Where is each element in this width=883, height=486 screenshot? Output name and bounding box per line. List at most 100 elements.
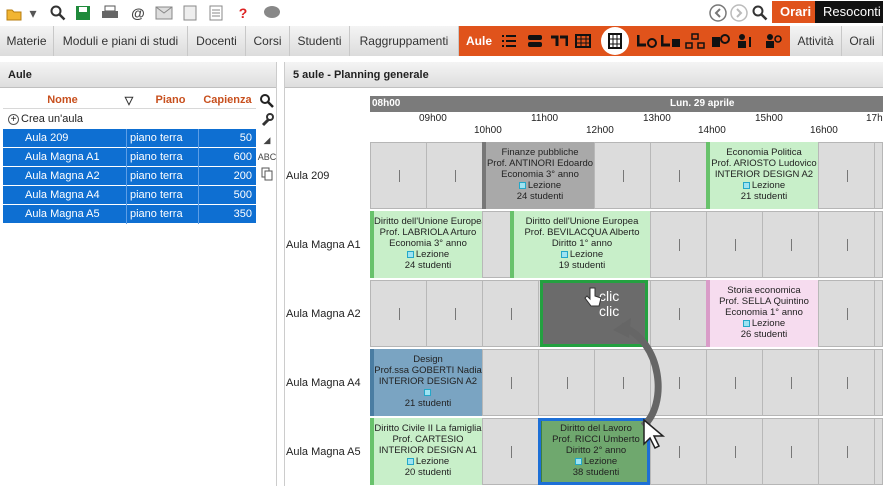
room-tables-icon[interactable] <box>547 30 571 52</box>
room-search-icon[interactable] <box>709 30 733 52</box>
room-capacity: 200 <box>198 167 256 186</box>
lesson-course: INTERIOR DESIGN A2 <box>378 376 478 387</box>
menu-arrow-icon[interactable]: ▾ <box>26 3 40 23</box>
spellcheck-icon[interactable]: ABC <box>258 148 277 166</box>
room-card-icon[interactable] <box>523 30 547 52</box>
lesson-type-icon <box>560 251 568 258</box>
column-piano[interactable]: Piano <box>143 94 198 106</box>
menu-corsi[interactable]: Corsi <box>246 26 290 56</box>
folder-open-icon[interactable] <box>4 3 24 23</box>
room-floor: piano terra <box>126 205 183 224</box>
menu-attivita[interactable]: Attività <box>790 26 842 56</box>
wrench-icon[interactable] <box>258 111 276 129</box>
menu-materie[interactable]: Materie <box>0 26 54 56</box>
lesson-type-icon <box>574 458 582 465</box>
at-icon[interactable]: @ <box>128 3 148 23</box>
save-icon[interactable] <box>73 3 93 23</box>
lesson-type-line: Lezione <box>514 249 650 260</box>
room-row[interactable]: Aula Magna A2 piano terra 200 <box>3 167 256 186</box>
grid-icon[interactable] <box>571 30 595 52</box>
lesson-type: Lezione <box>751 180 786 191</box>
clic-text: clic <box>599 288 620 304</box>
lesson-course: INTERIOR DESIGN A1 <box>378 445 478 456</box>
sort-up-icon[interactable]: ◢ <box>258 131 276 149</box>
lesson-block[interactable]: Diritto dell'Unione Europea Prof. BEVILA… <box>510 211 650 278</box>
lesson-type-line: Lezione <box>374 456 482 467</box>
lesson-course: Economia 3° anno <box>501 169 579 180</box>
aule-tool-group: Aule <box>459 26 790 56</box>
lesson-type-icon <box>518 182 526 189</box>
top-toolbar: ▾ @ ? Orari Resoconti <box>0 0 883 26</box>
lesson-type: Lezione <box>415 249 450 260</box>
lesson-block[interactable]: Diritto dell'Unione Europea Prof. LABRIO… <box>370 211 482 278</box>
filter-icon[interactable]: ▽ <box>123 94 135 107</box>
lesson-block[interactable]: Design Prof.ssa GOBERTI Nadia INTERIOR D… <box>370 349 482 416</box>
document-icon[interactable] <box>180 3 200 23</box>
chat-icon[interactable] <box>262 3 282 23</box>
room-name: Aula Magna A1 <box>25 151 100 163</box>
lesson-block[interactable]: Storia economica Prof. SELLA Quintino Ec… <box>706 280 818 347</box>
create-room-row[interactable]: + Crea un'aula <box>3 110 256 128</box>
column-nome[interactable]: Nome <box>3 94 122 106</box>
room-name: Aula Magna A2 <box>25 170 100 182</box>
list-icon[interactable] <box>206 3 226 23</box>
room-row[interactable]: Aula Magna A1 piano terra 600 <box>3 148 256 167</box>
room-person-icon[interactable] <box>761 30 785 52</box>
room-floor: piano terra <box>126 148 183 167</box>
room-row[interactable]: Aula Magna A5 piano terra 350 <box>3 205 256 224</box>
lesson-subject: Diritto dell'Unione Europea <box>525 216 639 227</box>
menu-studenti[interactable]: Studenti <box>290 26 350 56</box>
mail-icon[interactable] <box>154 3 174 23</box>
planning-grid[interactable]: Finanze pubbliche Prof. ANTINORI Edoardo… <box>370 96 883 486</box>
room-row[interactable]: Aula 209 piano terra 50 <box>3 129 256 148</box>
menu-docenti[interactable]: Docenti <box>188 26 246 56</box>
room-floor: piano terra <box>126 167 183 186</box>
zoom-icon[interactable] <box>750 3 770 23</box>
lesson-course: Economia 3° anno <box>389 238 467 249</box>
lesson-students: 24 studenti <box>404 260 452 271</box>
room-capacity: 600 <box>198 148 256 167</box>
search-icon[interactable] <box>48 3 68 23</box>
search-icon[interactable] <box>258 92 276 110</box>
room-row[interactable]: Aula Magna A4 piano terra 500 <box>3 186 256 205</box>
room-network-icon[interactable] <box>683 30 707 52</box>
planning-room-label: Aula Magna A1 <box>286 239 361 251</box>
lesson-block[interactable]: Finanze pubbliche Prof. ANTINORI Edoardo… <box>482 142 594 209</box>
back-arrow-icon[interactable] <box>708 3 728 23</box>
lesson-students: 24 studenti <box>516 191 564 202</box>
lesson-type-icon <box>406 251 414 258</box>
lesson-type-line: Lezione <box>710 180 818 191</box>
timetable-clock-icon[interactable] <box>635 30 659 52</box>
lesson-block[interactable]: Diritto Civile II La famiglia Prof. CART… <box>370 418 482 485</box>
list-side-tools: ◢ ABC <box>257 92 277 192</box>
print-icon[interactable] <box>100 3 120 23</box>
lesson-students: 19 studenti <box>558 260 606 271</box>
lesson-type-icon <box>742 182 750 189</box>
tab-resoconti[interactable]: Resoconti <box>815 1 883 23</box>
help-icon[interactable]: ? <box>233 3 253 23</box>
lesson-block[interactable]: Economia Politica Prof. ARIOSTO Ludovico… <box>706 142 818 209</box>
tab-orari[interactable]: Orari <box>772 1 820 23</box>
lesson-type: Lezione <box>751 318 786 329</box>
planning-view-icon[interactable] <box>601 27 629 55</box>
menu-orali[interactable]: Orali <box>842 26 883 56</box>
room-key-icon[interactable] <box>735 30 759 52</box>
create-room-label: Crea un'aula <box>21 113 84 125</box>
forward-arrow-icon[interactable] <box>729 3 749 23</box>
list-view-icon[interactable] <box>497 30 521 52</box>
copy-icon[interactable] <box>258 165 276 183</box>
lesson-course: Economia 1° anno <box>725 307 803 318</box>
remove-room-icon[interactable] <box>659 30 683 52</box>
lesson-teacher: Prof. SELLA Quintino <box>719 296 809 307</box>
lesson-subject: Design <box>413 354 443 365</box>
room-floor: piano terra <box>126 186 183 205</box>
menu-raggruppamenti[interactable]: Raggruppamenti <box>350 26 459 56</box>
lesson-type-line: Lezione <box>710 318 818 329</box>
lesson-teacher: Prof. LABRIOLA Arturo <box>379 227 477 238</box>
menu-aule[interactable]: Aule <box>466 26 492 56</box>
menu-moduli[interactable]: Moduli e piani di studi <box>54 26 188 56</box>
rooms-list-header: Nome ▽ Piano Capienza <box>3 92 256 109</box>
lesson-teacher: Prof. ARIOSTO Ludovico <box>711 158 817 169</box>
column-capienza[interactable]: Capienza <box>199 94 256 106</box>
lesson-subject: Diritto dell'Unione Europea <box>374 216 482 227</box>
